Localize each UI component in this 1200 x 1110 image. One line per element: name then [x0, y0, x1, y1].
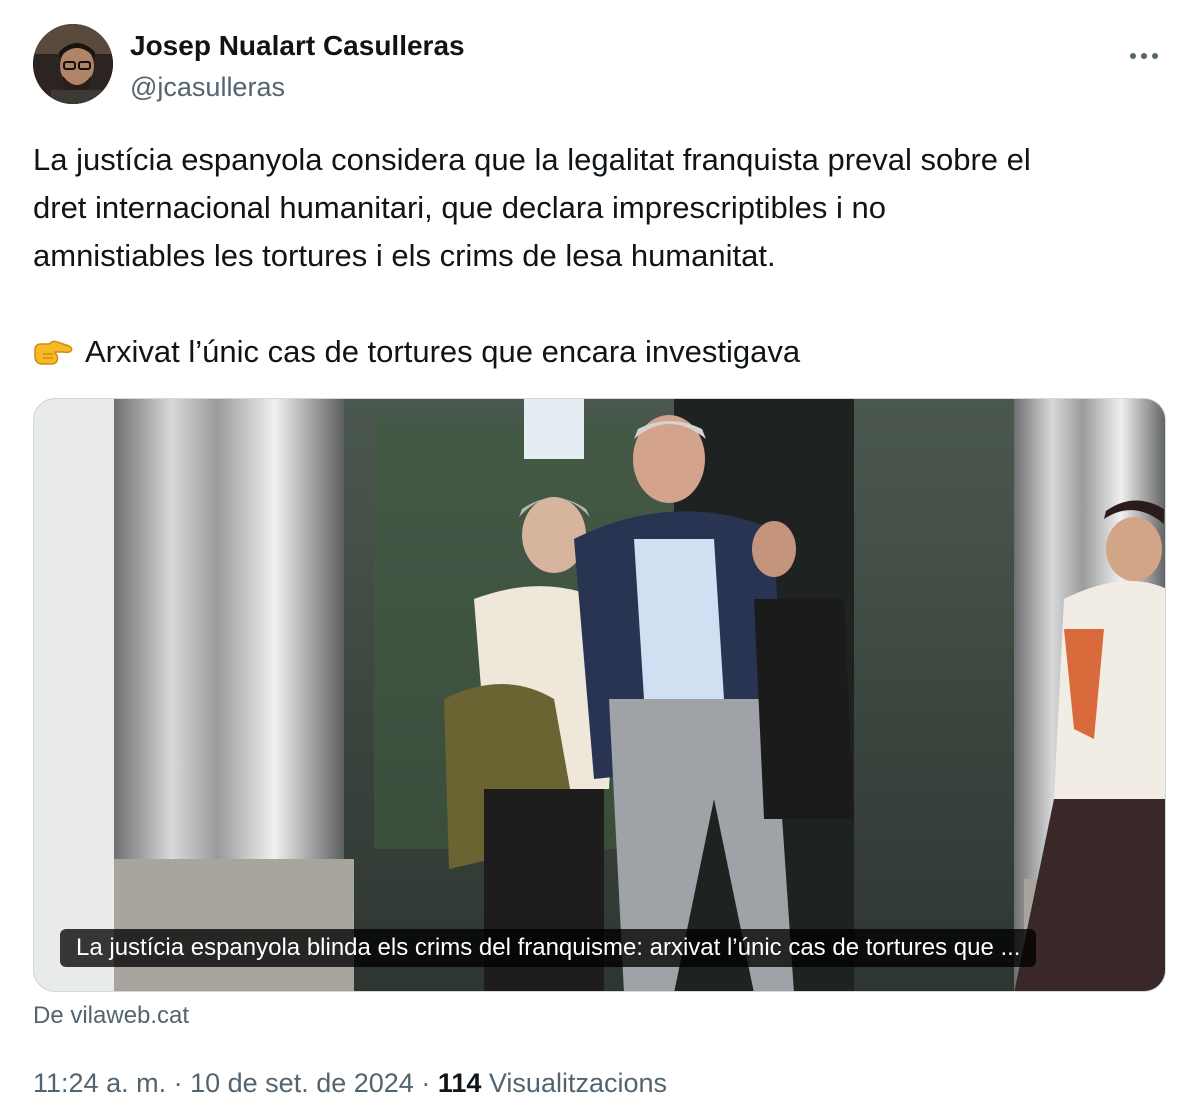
card-image — [34, 399, 1165, 991]
tweet-highlight: Arxivat l’únic cas de tortures que encar… — [33, 328, 1173, 376]
meta-separator: · — [173, 1068, 183, 1098]
tweet-header: Josep Nualart Casulleras @jcasulleras — [33, 24, 1168, 108]
avatar-photo — [33, 24, 113, 104]
views-label[interactable]: Visualitzacions — [489, 1068, 667, 1098]
tweet-line: dret internacional humanitari, que decla… — [33, 190, 886, 225]
views-count[interactable]: 114 — [438, 1068, 482, 1098]
card-caption: La justícia espanyola blinda els crims d… — [60, 929, 1037, 967]
tweet-line: La justícia espanyola considera que la l… — [33, 142, 1031, 177]
more-horizontal-icon — [1130, 53, 1158, 59]
author-handle[interactable]: @jcasulleras — [130, 72, 285, 103]
tweet-line: amnistiables les tortures i els crims de… — [33, 238, 776, 273]
tweet-body: La justícia espanyola considera que la l… — [33, 136, 1173, 376]
more-options-button[interactable] — [1124, 36, 1164, 76]
backhand-index-pointing-right-icon — [34, 340, 73, 365]
link-card[interactable]: La justícia espanyola blinda els crims d… — [33, 398, 1166, 992]
author-name[interactable]: Josep Nualart Casulleras — [130, 30, 465, 62]
author-avatar[interactable] — [33, 24, 113, 104]
tweet-time[interactable]: 11:24 a. m. — [33, 1068, 166, 1098]
tweet-date[interactable]: 10 de set. de 2024 — [190, 1068, 414, 1098]
card-source-link[interactable]: De vilaweb.cat — [33, 1002, 189, 1030]
meta-separator: · — [421, 1068, 431, 1098]
tweet-highlight-text: Arxivat l’únic cas de tortures que encar… — [85, 334, 801, 369]
tweet-metadata: 11:24 a. m. · 10 de set. de 2024 · 114 V… — [33, 1068, 667, 1099]
